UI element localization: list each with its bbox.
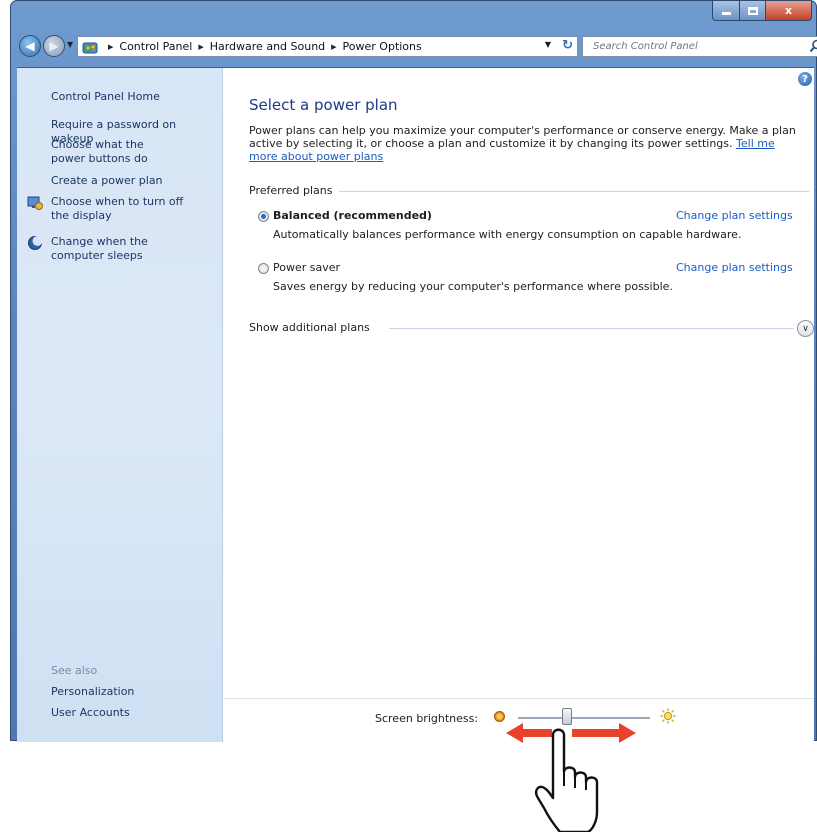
breadcrumb-separator-icon[interactable]: ▶ [198,43,203,51]
preferred-plans-section: Preferred plans [249,184,809,198]
window-frame: x ◀ ▶ ▼ ▶ Control Panel ▶ Hardware and S… [10,0,817,742]
forward-arrow-icon: ▶ [49,39,59,53]
sidebar-item-user-accounts[interactable]: User Accounts [51,706,221,720]
sidebar-item-personalization[interactable]: Personalization [51,685,221,699]
navigation-bar: ◀ ▶ ▼ ▶ Control Panel ▶ Hardware and Sou… [19,35,817,59]
search-input[interactable] [591,40,791,53]
brightness-slider-thumb[interactable] [561,708,572,725]
control-panel-icon [82,42,98,53]
power-saver-plan-description: Saves energy by reducing your computer's… [273,280,673,293]
main-panel: ? Select a power plan Power plans can he… [224,68,814,742]
description-text: Power plans can help you maximize your c… [249,124,796,150]
forward-button[interactable]: ▶ [43,35,65,57]
maximize-button[interactable] [740,1,766,21]
balanced-plan-name[interactable]: Balanced (recommended) [273,209,432,222]
sidebar-item-computer-sleeps[interactable]: Change when the computer sleeps [51,235,201,263]
section-divider [339,191,809,192]
show-additional-plans-label[interactable]: Show additional plans [249,321,370,334]
back-button[interactable]: ◀ [19,35,41,57]
help-button[interactable]: ? [798,72,812,86]
breadcrumb-power-options[interactable]: Power Options [343,40,422,53]
preferred-plans-heading: Preferred plans [249,184,333,197]
sidebar-item-control-panel-home[interactable]: Control Panel Home [51,90,221,104]
page-title: Select a power plan [249,96,398,114]
sleep-moon-icon [28,236,43,250]
refresh-icon[interactable]: ↻ [562,38,573,53]
address-bar[interactable]: ▶ Control Panel ▶ Hardware and Sound ▶ P… [77,36,578,57]
sidebar-item-turn-off-display[interactable]: Choose when to turn off the display [51,195,201,223]
page-description: Power plans can help you maximize your c… [249,124,804,163]
chevron-down-icon: ∨ [802,323,809,334]
breadcrumb-separator-icon[interactable]: ▶ [331,43,336,51]
search-box[interactable] [582,36,817,57]
section-divider [389,328,794,329]
close-icon: x [784,4,793,17]
footer-divider [224,698,814,699]
brightness-slider-track[interactable] [518,717,650,719]
pointing-hand-icon [534,728,599,832]
minimize-button[interactable] [712,1,740,21]
balanced-plan-description: Automatically balances performance with … [273,228,742,241]
help-icon: ? [802,73,808,85]
task-pane: Control Panel Home Require a password on… [17,68,223,742]
address-dropdown-icon[interactable]: ▼ [545,40,551,49]
screen-brightness-label: Screen brightness: [375,712,479,725]
search-icon[interactable] [809,39,817,53]
bright-brightness-icon [660,708,676,724]
window-controls: x [712,1,812,23]
breadcrumb-control-panel[interactable]: Control Panel [119,40,192,53]
breadcrumb-hardware-and-sound[interactable]: Hardware and Sound [210,40,325,53]
content-area: Control Panel Home Require a password on… [17,67,814,742]
dim-brightness-icon [494,711,505,722]
expand-additional-plans-button[interactable]: ∨ [797,320,814,337]
power-saver-plan-name[interactable]: Power saver [273,261,340,274]
close-button[interactable]: x [766,1,812,21]
balanced-plan-radio[interactable] [258,211,269,222]
sidebar-item-power-buttons[interactable]: Choose what the power buttons do [51,138,181,166]
maximize-icon [747,6,758,15]
breadcrumb-separator-icon[interactable]: ▶ [108,43,113,51]
display-shield-icon [27,196,43,210]
power-saver-plan-radio[interactable] [258,263,269,274]
recent-pages-dropdown[interactable]: ▼ [67,40,73,49]
additional-plans-section: Show additional plans [249,321,794,335]
minimize-icon [721,12,731,15]
sidebar-item-create-plan[interactable]: Create a power plan [51,174,221,188]
power-saver-change-settings-link[interactable]: Change plan settings [676,261,793,274]
balanced-change-settings-link[interactable]: Change plan settings [676,209,793,222]
back-arrow-icon: ◀ [25,39,35,53]
see-also-heading: See also [51,664,98,677]
